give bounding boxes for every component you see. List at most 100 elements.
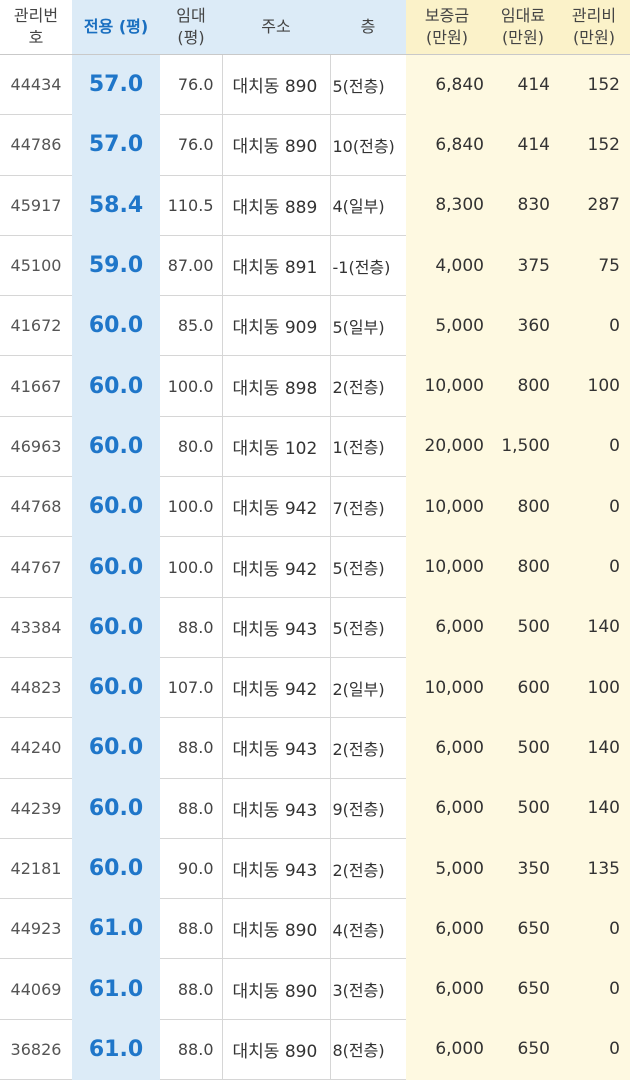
cell-fee: 75: [558, 235, 630, 296]
cell-area: 61.0: [72, 958, 160, 1020]
cell-address: 대치동 890: [221, 114, 330, 176]
cell-fee: 0: [558, 416, 630, 477]
table-row[interactable]: 44239 60.0 88.0 대치동 943 9(전층) 6,000 500 140: [0, 778, 630, 839]
cell-rent: 600: [488, 657, 558, 718]
header-rent-area[interactable]: 임대 (평): [160, 0, 222, 55]
cell-area: 60.0: [72, 476, 160, 537]
cell-rent-area: 90.0: [160, 838, 222, 900]
cell-floor: 1(전층): [329, 416, 406, 478]
cell-fee: 0: [558, 1019, 630, 1080]
cell-fee: 0: [558, 958, 630, 1020]
cell-area: 60.0: [72, 416, 160, 477]
header-id-line2: 호: [28, 28, 44, 47]
table-row[interactable]: 44768 60.0 100.0 대치동 942 7(전층) 10,000 800 0: [0, 476, 630, 538]
header-floor[interactable]: 층: [330, 0, 406, 55]
cell-fee: 0: [558, 295, 630, 356]
header-fee-line2: (만원): [573, 28, 615, 47]
cell-fee: 0: [558, 898, 630, 959]
header-address[interactable]: 주소: [222, 0, 330, 55]
cell-rent-area: 88.0: [160, 597, 222, 658]
header-rent-line1: 임대료: [500, 6, 546, 25]
cell-id: 42181: [0, 838, 72, 900]
cell-address: 대치동 891: [221, 235, 330, 297]
cell-floor: 2(전층): [329, 838, 406, 900]
cell-deposit: 20,000: [406, 416, 488, 477]
cell-rent-area: 87.00: [160, 235, 222, 297]
header-deposit-line1: 보증금: [424, 6, 470, 25]
cell-fee: 0: [558, 536, 630, 598]
cell-address: 대치동 890: [221, 1019, 330, 1081]
cell-address: 대치동 943: [221, 597, 330, 658]
cell-rent-area: 85.0: [160, 295, 222, 357]
cell-floor: -1(전층): [329, 235, 406, 297]
cell-id: 44434: [0, 54, 72, 116]
cell-rent-area: 110.5: [160, 175, 222, 236]
header-fee-line1: 관리비: [571, 6, 617, 25]
cell-area: 60.0: [72, 838, 160, 899]
cell-deposit: 6,000: [406, 597, 488, 658]
cell-id: 44823: [0, 657, 72, 719]
cell-address: 대치동 890: [221, 958, 330, 1020]
cell-deposit: 10,000: [406, 536, 488, 598]
header-id[interactable]: 관리번 호: [0, 0, 72, 55]
cell-deposit: 5,000: [406, 838, 488, 899]
cell-floor: 2(일부): [329, 657, 406, 719]
cell-rent: 414: [488, 54, 558, 115]
table-row[interactable]: 46963 60.0 80.0 대치동 102 1(전층) 20,000 1,500 0: [0, 416, 630, 478]
cell-rent: 360: [488, 295, 558, 356]
table-row[interactable]: 44434 57.0 76.0 대치동 890 5(전층) 6,840 414 152: [0, 54, 630, 116]
cell-fee: 135: [558, 838, 630, 899]
table-row[interactable]: 45100 59.0 87.00 대치동 891 -1(전층) 4,000 375 75: [0, 235, 630, 297]
cell-area: 60.0: [72, 717, 160, 779]
cell-rent: 800: [488, 355, 558, 417]
cell-rent: 800: [488, 536, 558, 598]
cell-address: 대치동 943: [221, 838, 330, 900]
cell-fee: 140: [558, 597, 630, 658]
header-id-line1: 관리번: [13, 6, 59, 25]
cell-floor: 9(전층): [329, 778, 406, 839]
table-row[interactable]: 36826 61.0 88.0 대치동 890 8(전층) 6,000 650 0: [0, 1019, 630, 1081]
cell-id: 44923: [0, 898, 72, 960]
table-row[interactable]: 41667 60.0 100.0 대치동 898 2(전층) 10,000 800 100: [0, 355, 630, 417]
header-fee[interactable]: 관리비 (만원): [558, 0, 630, 55]
cell-rent: 1,500: [488, 416, 558, 477]
cell-area: 58.4: [72, 175, 160, 236]
cell-area: 60.0: [72, 657, 160, 718]
table-row[interactable]: 43384 60.0 88.0 대치동 943 5(전층) 6,000 500 140: [0, 597, 630, 658]
header-area[interactable]: 전용 (평): [72, 0, 160, 55]
table-row[interactable]: 44240 60.0 88.0 대치동 943 2(전층) 6,000 500 140: [0, 717, 630, 779]
table-row[interactable]: 45917 58.4 110.5 대치동 889 4(일부) 8,300 830 287: [0, 175, 630, 236]
cell-fee: 152: [558, 114, 630, 176]
cell-floor: 4(일부): [329, 175, 406, 236]
cell-rent-area: 88.0: [160, 898, 222, 960]
header-rent[interactable]: 임대료 (만원): [488, 0, 558, 55]
cell-rent: 375: [488, 235, 558, 296]
cell-rent: 500: [488, 778, 558, 839]
cell-rent: 500: [488, 717, 558, 779]
cell-area: 60.0: [72, 778, 160, 839]
table-row[interactable]: 44069 61.0 88.0 대치동 890 3(전층) 6,000 650 0: [0, 958, 630, 1020]
table-row[interactable]: 44767 60.0 100.0 대치동 942 5(전층) 10,000 800 0: [0, 536, 630, 598]
header-deposit[interactable]: 보증금 (만원): [406, 0, 488, 55]
cell-rent-area: 100.0: [160, 476, 222, 538]
cell-floor: 2(전층): [329, 717, 406, 779]
table-row[interactable]: 44823 60.0 107.0 대치동 942 2(일부) 10,000 600 100: [0, 657, 630, 719]
cell-rent-area: 100.0: [160, 536, 222, 598]
header-rent-area-line2: (평): [177, 28, 205, 47]
cell-address: 대치동 909: [221, 295, 330, 357]
cell-floor: 4(전층): [329, 898, 406, 960]
cell-fee: 100: [558, 355, 630, 417]
table-row[interactable]: 41672 60.0 85.0 대치동 909 5(일부) 5,000 360 0: [0, 295, 630, 357]
cell-id: 46963: [0, 416, 72, 478]
cell-rent-area: 80.0: [160, 416, 222, 478]
cell-deposit: 6,000: [406, 1019, 488, 1080]
header-rent-line2: (만원): [502, 28, 544, 47]
cell-rent: 650: [488, 958, 558, 1020]
cell-fee: 287: [558, 175, 630, 236]
table-row[interactable]: 44923 61.0 88.0 대치동 890 4(전층) 6,000 650 0: [0, 898, 630, 960]
cell-floor: 2(전층): [329, 355, 406, 417]
table-row[interactable]: 44786 57.0 76.0 대치동 890 10(전층) 6,840 414 152: [0, 114, 630, 176]
cell-floor: 5(전층): [329, 54, 406, 116]
table-row[interactable]: 42181 60.0 90.0 대치동 943 2(전층) 5,000 350 135: [0, 838, 630, 900]
cell-fee: 140: [558, 778, 630, 839]
